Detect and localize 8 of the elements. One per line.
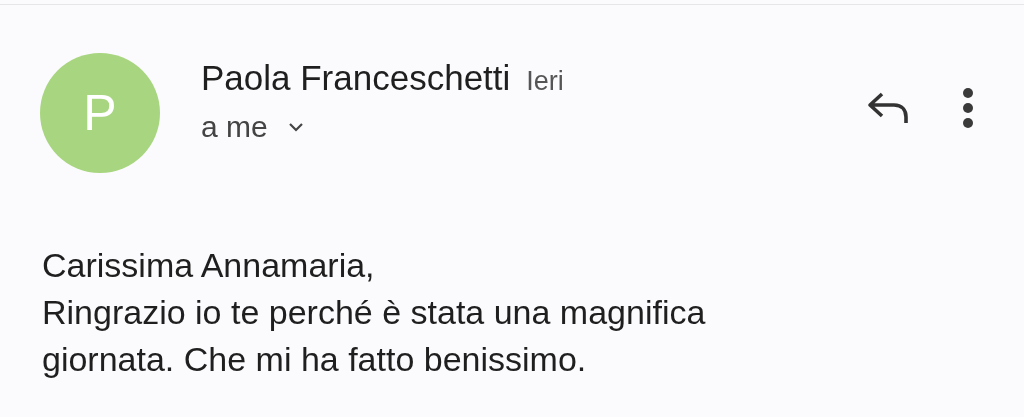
message-date: Ieri (526, 66, 564, 97)
sender-name: Paola Franceschetti (201, 58, 511, 98)
recipient-toggle[interactable]: a me (201, 110, 304, 144)
message-paragraph: Carissima Annamaria, (42, 245, 376, 286)
chevron-down-icon (287, 122, 304, 132)
more-options-icon[interactable] (962, 87, 974, 129)
avatar: P (40, 53, 160, 173)
message-paragraph: Ringrazio io te perché è stata una magnifica giornata. Che mi ha fatto benissimo. (42, 292, 707, 380)
